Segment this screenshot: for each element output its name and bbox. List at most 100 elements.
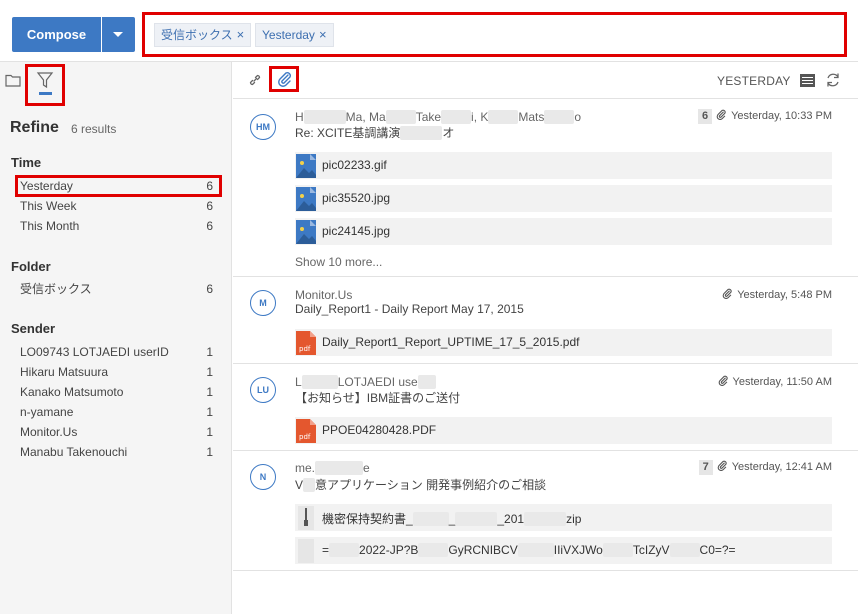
list-view-icon[interactable] xyxy=(800,74,815,87)
svg-text:pdf: pdf xyxy=(299,345,311,353)
attachment-item[interactable]: pdf PPOE04280428.PDF xyxy=(295,417,832,444)
attachment-item[interactable]: pic24145.jpg xyxy=(295,218,832,245)
mail-item[interactable]: HM HxxxxxxxMa, MaxxxxxTakexxxxxi, Kxxxxx… xyxy=(233,100,858,277)
attachment-name-part: IIiVXJWo xyxy=(553,543,603,557)
subject-text: 意アプリケーション 開発事例紹介のご相談 xyxy=(315,478,547,492)
filter-item-sender[interactable]: Kanako Matsumoto 1 xyxy=(20,383,214,401)
avatar: M xyxy=(250,290,276,316)
attachment-name: PPOE04280428.PDF xyxy=(322,423,437,437)
sender-heading: Sender xyxy=(11,321,56,336)
mail-time: Yesterday, 11:50 AM xyxy=(732,376,832,388)
sender-text: me. xyxy=(295,461,316,475)
attachment-name-part: C0=?= xyxy=(699,543,736,557)
link-icon[interactable] xyxy=(247,72,263,88)
sort-label[interactable]: YESTERDAY xyxy=(717,74,791,88)
sender-text: Mats xyxy=(518,110,545,124)
refresh-icon[interactable] xyxy=(825,72,841,88)
filter-item-count: 6 xyxy=(206,282,213,296)
attachment-name: pic24145.jpg xyxy=(322,224,391,238)
redacted-text: xxxxx xyxy=(544,110,575,124)
filter-item-label: Monitor.Us xyxy=(20,425,78,439)
redacted-text: xxxxxxx xyxy=(303,110,346,124)
refine-title: Refine xyxy=(10,119,59,136)
filter-item-label: Yesterday xyxy=(20,179,73,193)
attachment-item[interactable]: 機密保持契約書_xxxxxx_xxxxxxx_201xxxxxxxzip xyxy=(295,504,832,531)
redacted-text: xxxxx xyxy=(669,543,700,557)
filter-item-this-week[interactable]: This Week 6 xyxy=(20,197,214,215)
attachment-filter-toggle[interactable] xyxy=(269,66,299,92)
thread-count-badge: 6 xyxy=(697,109,713,124)
filter-item-count: 6 xyxy=(206,199,213,213)
sender-text: o xyxy=(574,110,582,124)
redacted-text: xxx xyxy=(417,375,436,389)
svg-text:pdf: pdf xyxy=(299,433,311,441)
attachment-item[interactable]: pic02233.gif xyxy=(295,152,832,179)
sender-text: H xyxy=(295,110,304,124)
paperclip-icon xyxy=(717,460,727,471)
redacted-text: xxxxxx xyxy=(412,512,449,526)
filter-item-label: n-yamane xyxy=(20,405,74,419)
paperclip-icon xyxy=(722,288,732,299)
mail-subject: Vxx意アプリケーション 開発事例紹介のご相談 xyxy=(295,476,546,493)
mail-time: Yesterday, 5:48 PM xyxy=(737,289,832,301)
filter-item-count: 1 xyxy=(206,345,213,359)
filter-chip-time: Yesterday × xyxy=(255,23,334,47)
show-more-link[interactable]: Show 10 more... xyxy=(295,255,382,269)
filter-item-this-month[interactable]: This Month 6 xyxy=(20,217,214,235)
filter-item-count: 1 xyxy=(206,365,213,379)
attachment-name: =xxxxx2022-JP?BxxxxxGyRCNIBCVxxxxxxIIiVX… xyxy=(322,543,736,557)
attachment-name-part: = xyxy=(322,543,330,557)
filter-item-label: This Week xyxy=(20,199,77,213)
filter-chip-label: 受信ボックス xyxy=(161,28,233,42)
redacted-text: xxxxxxx xyxy=(455,512,498,526)
filter-item-label: Manabu Takenouchi xyxy=(20,445,128,459)
filter-item-sender[interactable]: Monitor.Us 1 xyxy=(20,423,214,441)
active-tab-indicator xyxy=(39,92,52,95)
attachment-item[interactable]: pdf Daily_Report1_Report_UPTIME_17_5_201… xyxy=(295,329,832,356)
compose-dropdown-button[interactable] xyxy=(102,17,135,52)
redacted-text: xxxxx xyxy=(385,110,416,124)
redacted-text: xxxxxx xyxy=(517,543,554,557)
zip-file-icon xyxy=(298,506,314,530)
filter-tab[interactable] xyxy=(25,64,65,106)
mail-item[interactable]: LU LxxxxxxLOTJAEDI usexxx 【お知らせ】IBM証書のご送… xyxy=(233,364,858,451)
redacted-text: xxxxxxx xyxy=(524,512,567,526)
folder-icon[interactable] xyxy=(5,73,21,87)
filter-item-sender[interactable]: Manabu Takenouchi 1 xyxy=(20,443,214,461)
sender-text: M xyxy=(345,110,356,124)
mail-item[interactable]: M Monitor.Us Daily_Report1 - Daily Repor… xyxy=(233,277,858,364)
filter-item-label: Kanako Matsumoto xyxy=(20,385,124,399)
results-count: 6 results xyxy=(71,122,117,136)
attachment-item[interactable]: pic35520.jpg xyxy=(295,185,832,212)
close-icon[interactable]: × xyxy=(319,27,327,42)
mail-meta: 7 Yesterday, 12:41 AM xyxy=(698,460,832,475)
filter-item-yesterday[interactable]: Yesterday 6 xyxy=(20,177,214,195)
paperclip-icon xyxy=(718,375,728,386)
filter-item-label: LO09743 LOTJAEDI userID xyxy=(20,345,169,359)
compose-button[interactable]: Compose xyxy=(12,17,101,52)
filter-item-inbox[interactable]: 受信ボックス 6 xyxy=(20,280,214,298)
filter-item-label: Hikaru Matsuura xyxy=(20,365,109,379)
filter-item-sender[interactable]: n-yamane 1 xyxy=(20,403,214,421)
redacted-text: xxxxx xyxy=(488,110,519,124)
filter-item-label: This Month xyxy=(20,219,80,233)
attachment-name: 機密保持契約書_xxxxxx_xxxxxxx_201xxxxxxxzip xyxy=(322,510,581,527)
redacted-text: xxxxx xyxy=(441,110,472,124)
attachment-item[interactable]: =xxxxx2022-JP?BxxxxxGyRCNIBCVxxxxxxIIiVX… xyxy=(295,537,832,564)
filter-item-label: 受信ボックス xyxy=(20,282,92,296)
mail-item[interactable]: N me.xxxxxxxxe Vxx意アプリケーション 開発事例紹介のご相談 7… xyxy=(233,451,858,571)
mail-subject: Re: XCITE基調講演xxxxxxxオ xyxy=(295,124,454,141)
empty-list-area xyxy=(233,571,858,614)
mail-subject: 【お知らせ】IBM証書のご送付 xyxy=(295,391,461,405)
filter-item-count: 1 xyxy=(206,385,213,399)
paperclip-icon xyxy=(278,72,291,87)
close-icon[interactable]: × xyxy=(237,27,245,42)
mail-sender: Monitor.Us xyxy=(295,288,353,302)
sender-text: LOTJAEDI use xyxy=(337,375,418,389)
filter-item-sender[interactable]: LO09743 LOTJAEDI userID 1 xyxy=(20,343,214,361)
avatar: LU xyxy=(250,377,276,403)
search-filter-bar[interactable]: 受信ボックス × Yesterday × xyxy=(142,12,847,57)
filter-item-sender[interactable]: Hikaru Matsuura 1 xyxy=(20,363,214,381)
mail-meta: Yesterday, 5:48 PM xyxy=(722,288,832,301)
time-heading: Time xyxy=(11,155,42,170)
